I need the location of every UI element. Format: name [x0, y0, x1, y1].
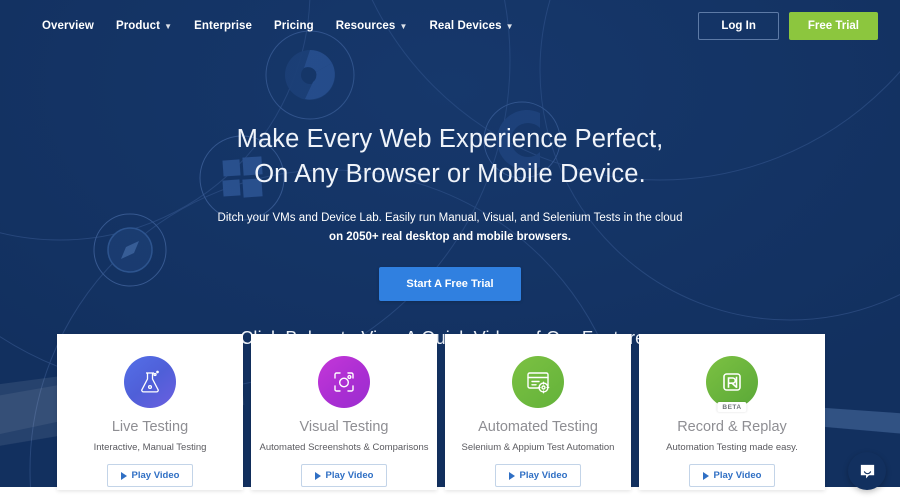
- play-video-label: Play Video: [131, 470, 180, 481]
- play-icon: [314, 471, 321, 480]
- nav-item-overview[interactable]: Overview: [42, 20, 94, 32]
- chat-widget-button[interactable]: [848, 452, 886, 490]
- free-trial-button[interactable]: Free Trial: [788, 12, 878, 40]
- nav-item-product[interactable]: Product ▼: [116, 20, 172, 32]
- start-free-trial-button[interactable]: Start A Free Trial: [379, 266, 521, 301]
- nav-item-pricing[interactable]: Pricing: [274, 20, 314, 32]
- feature-card-automated-testing[interactable]: Automated Testing Selenium & Appium Test…: [445, 334, 631, 490]
- feature-card-description: Selenium & Appium Test Automation: [461, 442, 615, 453]
- chat-bubble-icon: [860, 464, 874, 478]
- play-video-label: Play Video: [713, 470, 762, 481]
- play-video-button[interactable]: Play Video: [300, 464, 388, 487]
- camera-focus-icon: [318, 356, 370, 408]
- page-root: Overview Product ▼ Enterprise Pricing Re…: [0, 0, 900, 500]
- subtitle-line-2: on 2050+ real desktop and mobile browser…: [329, 231, 571, 243]
- nav-item-enterprise[interactable]: Enterprise: [194, 20, 252, 32]
- chevron-down-icon: ▼: [399, 22, 408, 31]
- feature-card-record-replay[interactable]: BETA Record & Replay Automation Testing …: [639, 334, 825, 490]
- feature-card-visual-testing[interactable]: Visual Testing Automated Screenshots & C…: [251, 334, 437, 490]
- nav-item-label: Pricing: [274, 20, 314, 32]
- browser-gear-icon: [512, 356, 564, 408]
- feature-card-title: Record & Replay: [677, 419, 787, 435]
- feature-card-description: Interactive, Manual Testing: [93, 442, 207, 453]
- nav-item-real-devices[interactable]: Real Devices ▼: [429, 20, 513, 32]
- feature-card-live-testing[interactable]: Live Testing Interactive, Manual Testing…: [57, 334, 243, 490]
- nav-item-label: Overview: [42, 20, 94, 32]
- subtitle-line-1: Ditch your VMs and Device Lab. Easily ru…: [217, 212, 683, 225]
- feature-cards-list: Live Testing Interactive, Manual Testing…: [57, 334, 843, 490]
- nav-links: Overview Product ▼ Enterprise Pricing Re…: [42, 20, 514, 32]
- feature-card-description: Automated Screenshots & Comparisons: [259, 442, 429, 453]
- icon-wrap: [318, 356, 370, 408]
- headline-line-1: Make Every Web Experience Perfect,: [236, 125, 664, 153]
- play-icon: [120, 471, 127, 480]
- nav-item-label: Resources: [335, 20, 396, 32]
- feature-card-title: Visual Testing: [299, 419, 389, 435]
- icon-wrap: [124, 356, 176, 408]
- login-button[interactable]: Log In: [698, 12, 779, 40]
- nav-item-label: Enterprise: [194, 20, 253, 32]
- feature-card-description: Automation Testing made easy.: [666, 442, 798, 453]
- play-video-label: Play Video: [519, 470, 568, 481]
- nav-item-resources[interactable]: Resources ▼: [336, 20, 408, 32]
- flask-icon: [124, 356, 176, 408]
- play-video-label: Play Video: [325, 470, 374, 481]
- feature-card-title: Automated Testing: [478, 419, 598, 435]
- headline-line-2: On Any Browser or Mobile Device.: [254, 160, 646, 189]
- feature-card-title: Live Testing: [111, 419, 189, 435]
- play-video-button[interactable]: Play Video: [106, 464, 194, 487]
- nav-item-label: Product: [115, 20, 161, 32]
- chevron-down-icon: ▼: [505, 22, 514, 31]
- icon-wrap: [512, 356, 564, 408]
- play-icon: [508, 471, 515, 480]
- play-icon: [702, 471, 709, 480]
- hero-subtitle: Ditch your VMs and Device Lab. Easily ru…: [0, 209, 900, 246]
- play-video-button[interactable]: Play Video: [494, 464, 582, 487]
- hero-section: Make Every Web Experience Perfect, On An…: [0, 0, 900, 349]
- chevron-down-icon: ▼: [164, 22, 173, 31]
- icon-wrap: BETA: [706, 356, 758, 412]
- nav-actions: Log In Free Trial: [698, 12, 878, 40]
- page-title: Make Every Web Experience Perfect, On An…: [0, 122, 900, 192]
- record-replay-logo-icon: [706, 356, 758, 408]
- top-navigation-bar: Overview Product ▼ Enterprise Pricing Re…: [0, 0, 900, 52]
- beta-badge: BETA: [717, 402, 747, 412]
- nav-item-label: Real Devices: [429, 20, 502, 32]
- play-video-button[interactable]: Play Video: [688, 464, 776, 487]
